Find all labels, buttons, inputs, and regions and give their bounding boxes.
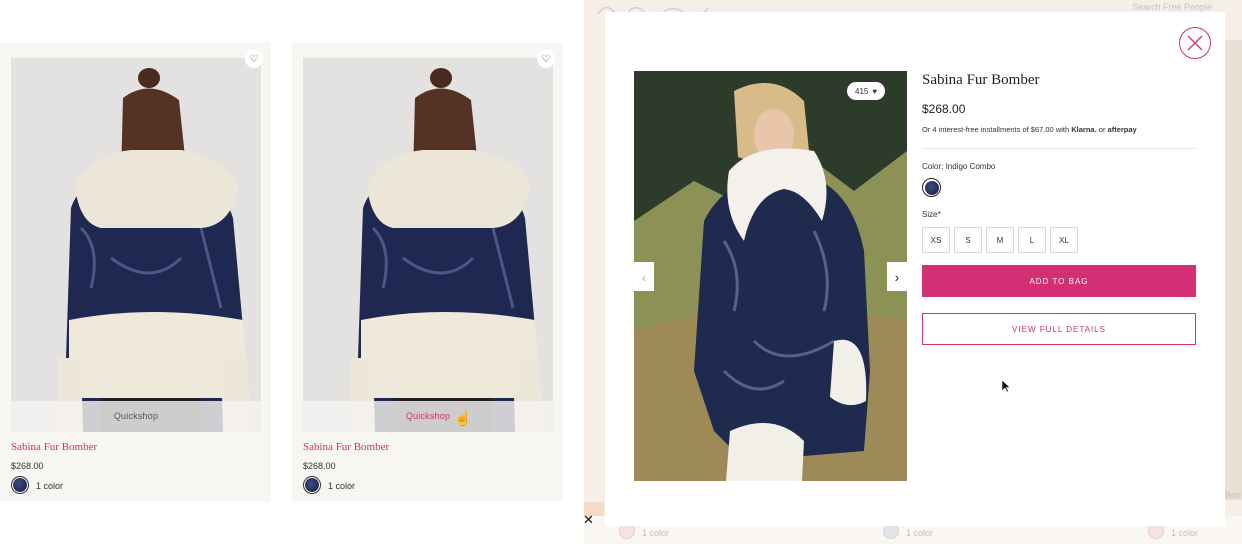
search-input[interactable]: Search Free People <box>1132 2 1212 12</box>
size-label: Size* <box>922 210 941 219</box>
size-option-xs[interactable]: XS <box>922 227 950 253</box>
size-selector: XS S M L XL <box>922 227 1078 253</box>
product-card[interactable]: ♡ Quickshop Sabina Fur Bomber $268.00 1 … <box>0 42 271 502</box>
previous-image-button[interactable]: ‹ <box>634 262 654 291</box>
size-option-xl[interactable]: XL <box>1050 227 1078 253</box>
product-image[interactable] <box>303 58 553 432</box>
color-count: 1 color <box>36 481 64 491</box>
product-price: $268.00 <box>11 461 44 471</box>
color-label: Color: Indigo Combo <box>922 162 996 171</box>
add-to-bag-button[interactable]: ADD TO BAG <box>922 265 1196 297</box>
color-count: 1 color <box>906 528 934 538</box>
product-name[interactable]: Sabina Fur Bomber <box>11 441 97 453</box>
afterpay-logo[interactable]: afterpay <box>1108 125 1137 134</box>
heart-icon[interactable]: ♡ <box>245 50 263 68</box>
product-name[interactable]: Sabina Fur Bomber <box>303 441 389 453</box>
likes-count: 415 <box>855 86 869 96</box>
mouse-pointer-icon <box>1001 379 1011 393</box>
color-swatch[interactable] <box>303 476 321 494</box>
installments-or: or <box>1098 125 1106 134</box>
divider <box>922 148 1196 149</box>
color-count: 1 color <box>328 481 356 491</box>
product-price: $268.00 <box>922 102 966 116</box>
backdrop-text: Bou <box>1225 490 1242 500</box>
color-swatch[interactable] <box>11 476 29 494</box>
hand-cursor-icon: ☝ <box>454 410 472 426</box>
size-option-m[interactable]: M <box>986 227 1014 253</box>
color-count: 1 color <box>1171 528 1199 538</box>
installments-info: Or 4 interest-free installments of $67.0… <box>922 125 1137 134</box>
close-modal-button[interactable] <box>1179 27 1211 59</box>
likes-badge[interactable]: 415 ♥ <box>847 82 886 100</box>
color-swatch-indigo[interactable] <box>922 178 941 197</box>
color-count: 1 color <box>642 528 670 538</box>
close-icon[interactable]: ✕ <box>583 512 594 528</box>
quickshop-button[interactable]: Quickshop <box>11 401 261 432</box>
product-card[interactable]: ♡ Quickshop ☝ Sabina Fur Bomber $268.00 … <box>292 42 563 502</box>
heart-icon: ♥ <box>872 86 878 96</box>
product-image[interactable] <box>11 58 261 432</box>
size-option-l[interactable]: L <box>1018 227 1046 253</box>
heart-icon[interactable]: ♡ <box>537 50 555 68</box>
view-full-details-button[interactable]: VIEW FULL DETAILS <box>922 313 1196 345</box>
close-icon <box>1187 35 1203 51</box>
product-hero-image[interactable] <box>634 71 907 481</box>
quickshop-button[interactable]: Quickshop <box>303 401 553 432</box>
product-title: Sabina Fur Bomber <box>922 72 1040 88</box>
installments-text: Or 4 interest-free installments of $67.0… <box>922 125 1070 134</box>
next-image-button[interactable]: › <box>887 262 907 291</box>
size-option-s[interactable]: S <box>954 227 982 253</box>
backdrop-image <box>1225 40 1242 500</box>
klarna-logo[interactable]: Klarna. <box>1071 125 1096 134</box>
product-price: $268.00 <box>303 461 336 471</box>
